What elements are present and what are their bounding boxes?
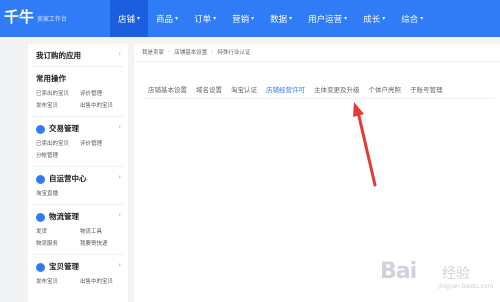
sidebar-section-title: 自运营中心 <box>49 174 87 183</box>
nav-marketing[interactable]: 营销 ▾ <box>224 0 262 37</box>
self-op-icon <box>36 174 45 184</box>
breadcrumb-item[interactable]: 店铺基本设置 <box>174 48 207 56</box>
sidebar-section-title: 我订购的应用 <box>36 51 81 60</box>
watermark-logo: Bai <box>380 259 417 284</box>
chevron-down-icon: ▾ <box>289 15 293 22</box>
logistics-links: 发货 物流工具 物流服务 我要寄快递 <box>28 227 128 254</box>
sidebar-section-title: 常用操作 <box>36 74 66 83</box>
nav-label: 成长 <box>363 14 381 25</box>
red-arrow-annotation <box>353 102 377 187</box>
sidebar-section-title: 物流管理 <box>49 212 79 221</box>
chevron-down-icon: ▾ <box>382 15 386 22</box>
chevron-down-icon: ▾ <box>251 15 255 22</box>
divider <box>144 98 494 99</box>
sidebar-link[interactable]: 物流工具 <box>80 227 132 235</box>
common-ops-header: 常用操作 <box>28 67 128 89</box>
settings-tabs: 店铺基本设置 域名设置 淘宝认证 店铺经营许可 主体变更及升级 个体户亮照 子账… <box>148 84 452 99</box>
tab-shop-basic[interactable]: 店铺基本设置 <box>148 84 187 99</box>
common-ops-links: 已卖出的宝贝 评价管理 发布宝贝 出售中的宝贝 <box>28 89 128 116</box>
nav-label: 数据 <box>270 14 288 25</box>
my-apps-header[interactable]: 我订购的应用 › <box>28 44 128 66</box>
nav-label: 用户运营 <box>308 14 343 25</box>
chevron-down-icon: ▾ <box>213 15 217 22</box>
logistics-icon <box>36 212 45 222</box>
chevron-down-icon: ▾ <box>420 15 424 22</box>
chevron-down-icon: ▾ <box>175 15 179 22</box>
sidebar-link[interactable]: 物流服务 <box>36 239 80 247</box>
sidebar-link[interactable]: 出售中的宝贝 <box>80 101 132 109</box>
sidebar-link[interactable]: 发布宝贝 <box>36 277 80 285</box>
tab-individual-license[interactable]: 个体户亮照 <box>369 84 402 99</box>
sidebar-link[interactable]: 我要寄快递 <box>80 239 132 247</box>
items-mgmt-links: 发布宝贝 出售中的宝贝 <box>28 277 128 292</box>
sidebar-section-title: 宝贝管理 <box>49 262 79 271</box>
brand-logo[interactable]: 千牛 <box>4 6 34 27</box>
self-op-links: 淘宝直播 <box>28 189 128 204</box>
tab-domain[interactable]: 域名设置 <box>196 84 222 99</box>
nav-label: 商品 <box>156 14 174 25</box>
sidebar-section-title: 交易管理 <box>49 124 79 133</box>
chevron-right-icon: › <box>211 49 214 55</box>
trade-mgmt-links: 已卖出的宝贝 评价管理 分帐管理 <box>28 139 128 166</box>
chevron-right-icon: › <box>118 123 121 131</box>
self-op-header[interactable]: 自运营中心 › <box>28 167 128 189</box>
sidebar-link[interactable]: 已卖出的宝贝 <box>36 89 80 97</box>
items-mgmt-header[interactable]: 宝贝管理 › <box>28 255 128 277</box>
brand-subtitle: 卖家工作台 <box>37 16 68 23</box>
divider <box>134 61 500 62</box>
main-nav: 店铺 ▾ 商品 ▾ 订单 ▾ 营销 ▾ 数据 ▾ 用户运营 ▾ 成长 ▾ 综合 ▾ <box>110 0 431 37</box>
nav-growth[interactable]: 成长 ▾ <box>355 0 393 37</box>
sidebar-link[interactable]: 发布宝贝 <box>36 101 80 109</box>
watermark-url: jingyan.baidu.com <box>438 283 494 290</box>
chevron-down-icon: ▾ <box>137 15 141 22</box>
tab-subaccount[interactable]: 子账号管理 <box>410 84 443 99</box>
tab-entity-change[interactable]: 主体变更及升级 <box>314 84 360 99</box>
sidebar-link[interactable]: 淘宝直播 <box>36 189 120 197</box>
nav-general[interactable]: 综合 ▾ <box>393 0 431 37</box>
chevron-right-icon: › <box>118 50 121 58</box>
nav-label: 订单 <box>194 14 212 25</box>
trade-mgmt-header[interactable]: 交易管理 › <box>28 117 128 139</box>
breadcrumb-item[interactable]: 我是卖家 <box>142 48 164 56</box>
nav-orders[interactable]: 订单 ▾ <box>186 0 224 37</box>
sidebar-link[interactable]: 出售中的宝贝 <box>80 277 132 285</box>
nav-label: 综合 <box>401 14 419 25</box>
top-header: 千牛 卖家工作台 店铺 ▾ 商品 ▾ 订单 ▾ 营销 ▾ 数据 ▾ 用户运营 ▾ 成长 ▾ 综… <box>0 0 500 37</box>
sidebar-link[interactable]: 分帐管理 <box>36 151 80 159</box>
chevron-down-icon: ▾ <box>344 15 348 22</box>
breadcrumb: 我是卖家 › 店铺基本设置 › 特殊行业认证 <box>142 48 250 56</box>
chevron-right-icon: › <box>168 49 171 55</box>
chevron-right-icon: › <box>118 261 121 269</box>
baidu-watermark: Bai 经验 jingyan.baidu.com <box>380 255 495 295</box>
nav-shop[interactable]: 店铺 ▾ <box>110 0 149 37</box>
nav-label: 营销 <box>232 14 250 25</box>
items-icon <box>36 262 45 272</box>
chevron-right-icon: › <box>118 173 121 181</box>
nav-user-ops[interactable]: 用户运营 ▾ <box>300 0 355 37</box>
trade-icon <box>36 124 45 134</box>
nav-products[interactable]: 商品 ▾ <box>148 0 186 37</box>
watermark-cn: 经验 <box>442 266 470 282</box>
tab-taobao-cert[interactable]: 淘宝认证 <box>231 84 257 99</box>
sidebar-link[interactable]: 评价管理 <box>80 139 132 147</box>
sidebar: 我订购的应用 › 常用操作 已卖出的宝贝 评价管理 发布宝贝 出售中的宝贝 交易… <box>28 44 128 302</box>
chevron-right-icon: › <box>118 211 121 219</box>
nav-label: 店铺 <box>118 14 136 25</box>
sidebar-link[interactable]: 发货 <box>36 227 80 235</box>
sidebar-link[interactable]: 已卖出的宝贝 <box>36 139 80 147</box>
nav-data[interactable]: 数据 ▾ <box>262 0 300 37</box>
tab-business-license[interactable]: 店铺经营许可 <box>266 84 305 99</box>
logistics-header[interactable]: 物流管理 › <box>28 205 128 227</box>
sidebar-link[interactable]: 评价管理 <box>80 89 132 97</box>
breadcrumb-item: 特殊行业认证 <box>217 50 251 56</box>
